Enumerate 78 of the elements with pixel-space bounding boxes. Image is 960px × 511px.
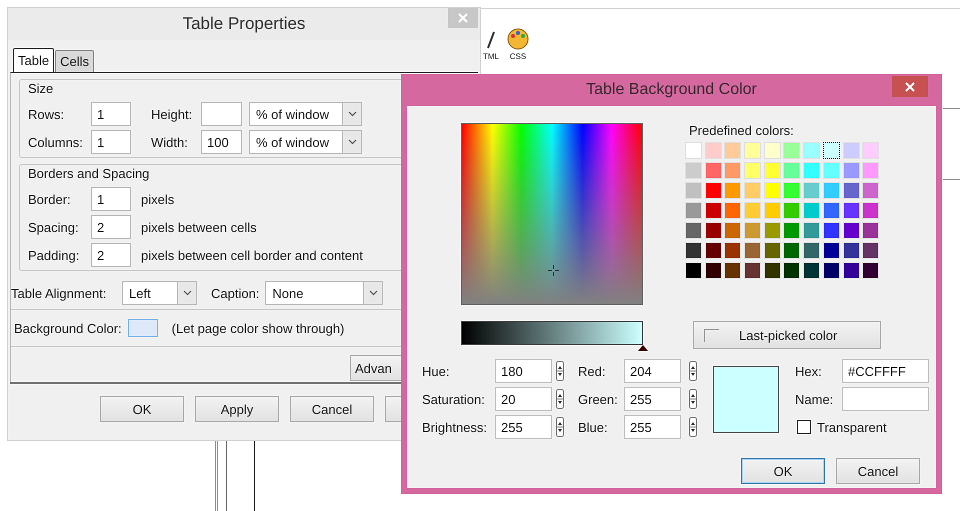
number-field[interactable]: 1	[91, 187, 131, 211]
number-field[interactable]: 180	[495, 359, 552, 383]
field-label: Red:	[578, 364, 606, 378]
dialog-button[interactable]: Apply	[195, 396, 279, 422]
number-field[interactable]: 204	[624, 359, 681, 383]
number-field[interactable]: 255	[624, 415, 681, 439]
field-label: Green:	[578, 392, 619, 406]
number-field[interactable]: 255	[495, 415, 552, 439]
field-label: Padding:	[28, 248, 80, 262]
field-label: Height:	[151, 106, 194, 122]
number-field[interactable]: 100	[201, 130, 242, 154]
dialog-title: Table Background Color	[586, 81, 757, 99]
field-label: Caption:	[211, 286, 260, 300]
group-title: Size	[28, 81, 54, 96]
spinner-icon[interactable]	[556, 361, 564, 381]
color-swatch-button[interactable]	[128, 319, 158, 337]
crosshair-icon	[548, 265, 559, 276]
spinner-icon[interactable]	[689, 389, 697, 409]
field-label: Saturation:	[422, 392, 486, 406]
spinner-icon[interactable]	[556, 417, 564, 437]
number-field[interactable]: 2	[91, 243, 131, 267]
number-field[interactable]: 20	[495, 387, 552, 411]
css-tool[interactable]: CSS	[507, 28, 529, 61]
field-label: Spacing:	[28, 220, 80, 234]
number-field[interactable]: 1	[91, 102, 131, 126]
field-note: pixels	[141, 192, 174, 206]
field-label: Rows:	[28, 106, 66, 122]
close-button[interactable]	[892, 76, 928, 97]
chevron-down-icon	[182, 290, 192, 296]
chevron-down-icon	[368, 290, 378, 296]
close-icon	[458, 13, 468, 23]
number-field[interactable]	[201, 102, 242, 126]
checkbox[interactable]	[797, 420, 811, 434]
last-picked-button[interactable]: Last-picked color	[693, 321, 881, 349]
field-note: pixels between cell border and content	[141, 248, 363, 262]
hex-field[interactable]: #CCFFFF	[842, 359, 929, 383]
tab[interactable]: Table	[13, 48, 54, 72]
color-swatch[interactable]	[822, 142, 840, 159]
checkbox-label: Transparent	[817, 420, 887, 434]
unit-dropdown[interactable]: % of window	[249, 130, 362, 154]
close-icon	[905, 82, 915, 92]
caption-dropdown[interactable]: None	[265, 281, 384, 305]
field-label: Background Color:	[14, 320, 122, 336]
dialog-button[interactable]: OK	[741, 458, 825, 484]
dialog-button[interactable]: Cancel	[836, 458, 920, 484]
slider-marker[interactable]	[638, 345, 648, 351]
alignment-dropdown[interactable]: Left	[122, 281, 197, 305]
field-label: Table Alignment:	[11, 286, 108, 300]
tab[interactable]: Cells	[55, 50, 94, 72]
field-label: Width:	[151, 134, 189, 150]
field-label: Brightness:	[422, 420, 488, 434]
color-spectrum[interactable]	[461, 123, 643, 305]
chevron-down-icon	[348, 139, 356, 145]
field-label: Columns:	[28, 134, 84, 150]
spinner-icon[interactable]	[689, 417, 697, 437]
field-label: Hex:	[795, 364, 823, 378]
chevron-down-icon	[348, 111, 356, 117]
field-label: Border:	[28, 192, 72, 206]
field-note: pixels between cells	[141, 220, 257, 234]
field-note: (Let page color show through)	[172, 320, 344, 336]
unit-dropdown[interactable]: % of window	[249, 102, 362, 126]
group-title: Borders and Spacing	[28, 166, 150, 181]
brightness-bar[interactable]	[461, 321, 643, 345]
field-label: Blue:	[578, 420, 609, 434]
dialog-button[interactable]: Cancel	[290, 396, 374, 422]
number-field[interactable]: 2	[91, 215, 131, 239]
window-edge	[943, 108, 960, 180]
number-field[interactable]: 1	[91, 130, 131, 154]
spinner-icon[interactable]	[689, 361, 697, 381]
dialog-button[interactable]: OK	[100, 396, 184, 422]
html-tool[interactable]: TML	[483, 28, 499, 61]
name-field[interactable]	[842, 387, 929, 411]
section-label: Predefined colors:	[689, 123, 794, 138]
spinner-icon[interactable]	[556, 389, 564, 409]
paint-palette-icon	[507, 28, 529, 50]
field-label: Name:	[795, 392, 834, 406]
dialog-title: Table Properties	[182, 14, 306, 34]
number-field[interactable]: 255	[624, 387, 681, 411]
